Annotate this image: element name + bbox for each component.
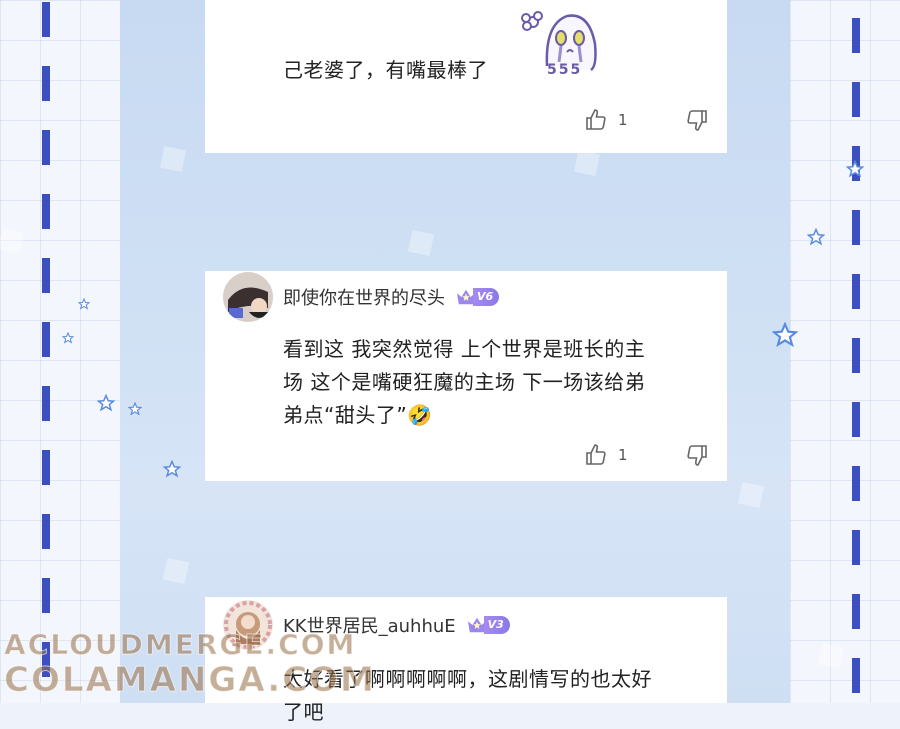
left-grid-background (0, 0, 120, 703)
comment-line: 弟点“甜头了”🤣 (283, 403, 433, 427)
watermark-text: COLAMANGA.COM (4, 660, 376, 701)
level-label: V6 (473, 288, 500, 306)
sticker-caption: 555 (547, 62, 583, 78)
level-badge: V6 (455, 287, 500, 307)
thumbs-up-icon[interactable] (584, 108, 608, 132)
comment-text: 己老婆了，有嘴最棒了 (283, 54, 488, 87)
decor-square (159, 145, 187, 173)
right-grid-background (790, 0, 900, 703)
comment-card: 即使你在世界的尽头 V6 看到这 我突然觉得 上个世界是班长的主 场 这个是嘴硬… (205, 271, 727, 481)
watermark-text: ACLOUDMERGE.COM (3, 628, 357, 662)
thumbs-down-icon[interactable] (685, 443, 709, 467)
star-icon (807, 228, 825, 246)
comment-card: 己老婆了，有嘴最棒了 555 1 (205, 0, 727, 153)
star-icon (62, 332, 74, 344)
decor-square (737, 481, 765, 509)
comment-actions: 1 (584, 443, 709, 467)
comment-line: 了吧 (283, 700, 324, 724)
star-icon (128, 402, 142, 416)
username[interactable]: 即使你在世界的尽头 (283, 284, 445, 310)
crying-sticker: 555 (517, 4, 607, 84)
like-count: 1 (618, 446, 628, 464)
decor-square (407, 229, 435, 257)
thumbs-up-icon[interactable] (584, 443, 608, 467)
level-badge: V3 (466, 615, 510, 635)
level-label: V3 (483, 616, 510, 634)
like-count: 1 (618, 111, 628, 129)
right-dashed-border (852, 0, 860, 703)
comment-line: 场 这个是嘴硬狂魔的主场 下一场该给弟 (283, 370, 646, 394)
avatar[interactable] (223, 272, 273, 322)
decor-square (162, 557, 190, 585)
star-icon (163, 460, 181, 478)
decor-square (817, 642, 845, 670)
avatar-image (223, 272, 273, 322)
thumbs-down-icon[interactable] (685, 108, 709, 132)
star-icon (97, 394, 115, 412)
star-icon (78, 298, 90, 310)
comment-actions: 1 (584, 108, 709, 132)
comment-text: 看到这 我突然觉得 上个世界是班长的主 场 这个是嘴硬狂魔的主场 下一场该给弟 … (283, 333, 645, 432)
comment-line: 看到这 我突然觉得 上个世界是班长的主 (283, 337, 646, 361)
user-row: 即使你在世界的尽头 V6 (223, 271, 500, 323)
decor-square (573, 149, 601, 177)
star-icon (772, 322, 798, 348)
star-icon (846, 160, 864, 178)
comment-line: 己老婆了，有嘴最棒了 (283, 58, 488, 82)
left-dashed-border (42, 0, 50, 703)
